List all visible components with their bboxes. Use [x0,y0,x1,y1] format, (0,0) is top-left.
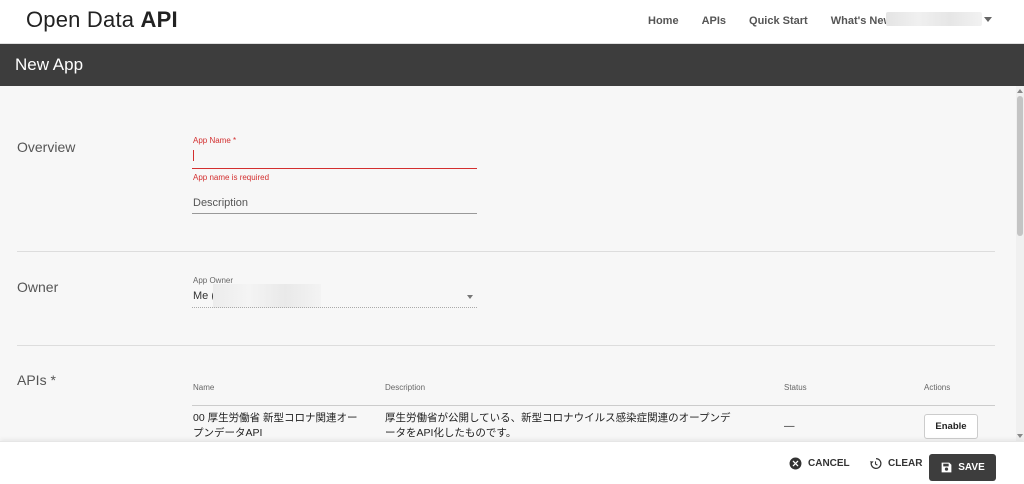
scrollbar[interactable] [1016,86,1024,441]
scroll-thumb[interactable] [1017,96,1023,236]
app-name-input[interactable] [192,146,477,168]
app-name-error: App name is required [193,173,270,182]
cancel-button[interactable]: CANCEL [789,457,850,470]
section-label-owner: Owner [17,279,59,295]
brand-logo[interactable]: Open Data API [26,7,178,33]
nav-link-home[interactable]: Home [648,15,679,27]
scroll-up-icon[interactable] [1017,89,1023,93]
api-description-line-1: 厚生労働省が公開している、新型コロナウイルス感染症関連のオープンデ [385,412,731,424]
table-header-divider [192,405,995,406]
description-input[interactable]: Description [193,197,248,209]
api-name-line-1: 00 厚生労働省 新型コロナ関連オー [193,412,358,424]
cancel-icon [789,457,802,470]
save-icon [941,462,952,473]
top-navigation: Open Data API Home APIs Quick Start What… [0,0,1024,44]
nav-link-whats-new[interactable]: What's New [831,15,892,27]
nav-link-quick-start[interactable]: Quick Start [749,15,808,27]
chevron-down-icon[interactable] [467,295,473,299]
api-status: — [784,420,795,432]
column-header-name: Name [193,383,215,392]
page-title: New App [15,55,84,74]
scroll-down-icon[interactable] [1017,434,1023,438]
caret-down-icon[interactable] [984,17,992,22]
cancel-label: CANCEL [808,458,850,469]
section-label-overview: Overview [17,139,76,155]
nav-links: Home APIs Quick Start What's New [648,15,892,27]
column-header-description: Description [385,383,426,392]
clear-label: CLEAR [888,458,923,469]
description-underline [192,213,477,214]
api-name-line-2: プンデータAPI [193,427,263,439]
save-button[interactable]: SAVE [929,454,996,481]
section-label-apis: APIs * [17,372,56,388]
section-divider [17,345,995,346]
app-name-label: App Name * [193,136,237,145]
clear-button[interactable]: CLEAR [869,457,922,470]
brand-name: Open Data [26,7,141,32]
restore-icon [869,458,882,469]
api-description-line-2: ータをAPI化したものです。 [385,427,517,439]
column-header-actions: Actions [924,383,951,392]
form-content: Overview App Name * App name is required… [0,86,1016,441]
enable-button[interactable]: Enable [924,414,978,439]
page-header: New App [0,44,1024,86]
column-header-status: Status [784,383,807,392]
app-owner-select[interactable]: Me ( [193,290,215,302]
redacted-owner [213,284,321,308]
section-divider [17,251,995,252]
app-owner-underline [192,307,477,308]
nav-link-apis[interactable]: APIs [702,15,726,27]
app-name-underline [192,168,477,169]
action-bar: CANCEL CLEAR SAVE [0,441,1024,484]
user-menu[interactable] [886,12,982,26]
brand-name-bold: API [140,7,178,32]
save-label: SAVE [958,462,985,473]
